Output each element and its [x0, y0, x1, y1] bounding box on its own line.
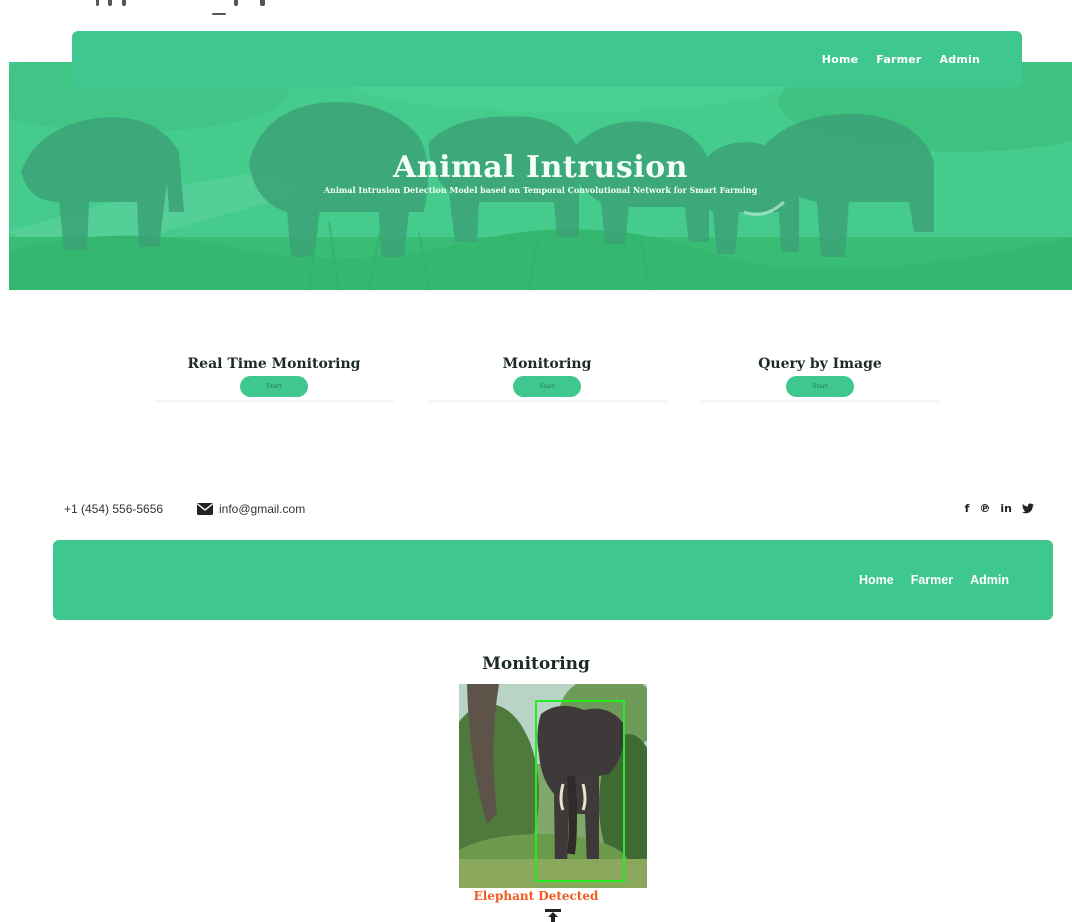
main-nav-farmer-link[interactable]: Farmer: [911, 573, 953, 587]
main-nav-admin-link[interactable]: Admin: [970, 573, 1009, 587]
feature-monitoring: Monitoring Start: [427, 356, 667, 404]
feature-title: Query by Image: [758, 356, 882, 372]
query-by-image-start-button[interactable]: Start: [786, 376, 854, 397]
monitoring-start-button[interactable]: Start: [513, 376, 581, 397]
hero-title: Animal Intrusion: [393, 150, 688, 185]
feature-query-by-image: Query by Image Start: [700, 356, 940, 404]
main-navbar: Home Farmer Admin: [53, 540, 1053, 620]
hero-subtitle: Animal Intrusion Detection Model based o…: [323, 185, 758, 195]
contact-phone: +1 (454) 556-5656: [64, 502, 164, 516]
hero-navbar: Home Farmer Admin: [72, 31, 1022, 87]
main-nav-home-link[interactable]: Home: [859, 573, 894, 587]
cropped-text-fragment: [108, 0, 112, 6]
real-time-monitoring-start-button[interactable]: Start: [240, 376, 308, 397]
upload-icon[interactable]: [545, 909, 561, 922]
main-nav-links: Home Farmer Admin: [859, 540, 1009, 620]
feature-real-time-monitoring: Real Time Monitoring Start: [154, 356, 394, 404]
elephant-photo: [459, 684, 647, 888]
facebook-icon[interactable]: f: [965, 502, 970, 515]
cropped-text-fragment: [212, 13, 226, 15]
card-shadow: [154, 400, 394, 404]
monitoring-result-image: [459, 684, 647, 888]
contact-email[interactable]: info@gmail.com: [197, 502, 305, 516]
hero-nav-home-link[interactable]: Home: [822, 53, 859, 66]
card-shadow: [700, 400, 940, 404]
envelope-icon: [197, 503, 213, 515]
cropped-text-fragment: [260, 0, 265, 6]
card-shadow: [427, 400, 667, 404]
linkedin-icon[interactable]: in: [1000, 502, 1012, 515]
cropped-top-strip: [0, 0, 1072, 22]
hero-banner: Animal Intrusion Animal Intrusion Detect…: [9, 62, 1072, 290]
feature-title: Monitoring: [502, 356, 592, 372]
feature-title: Real Time Monitoring: [187, 356, 361, 372]
detection-result-label: Elephant Detected: [473, 889, 599, 903]
hero-nav-admin-link[interactable]: Admin: [940, 53, 980, 66]
cropped-text-fragment: [96, 0, 99, 6]
hero-nav-links: Home Farmer Admin: [822, 31, 980, 87]
twitter-icon[interactable]: [1022, 503, 1034, 514]
pinterest-icon[interactable]: ℗: [979, 502, 990, 515]
social-links: f ℗ in: [965, 502, 1034, 515]
monitoring-title: Monitoring: [482, 654, 590, 674]
cropped-text-fragment: [234, 0, 238, 6]
cropped-text-fragment: [122, 0, 126, 6]
contact-email-text: info@gmail.com: [219, 502, 306, 516]
hero-nav-farmer-link[interactable]: Farmer: [876, 53, 921, 66]
